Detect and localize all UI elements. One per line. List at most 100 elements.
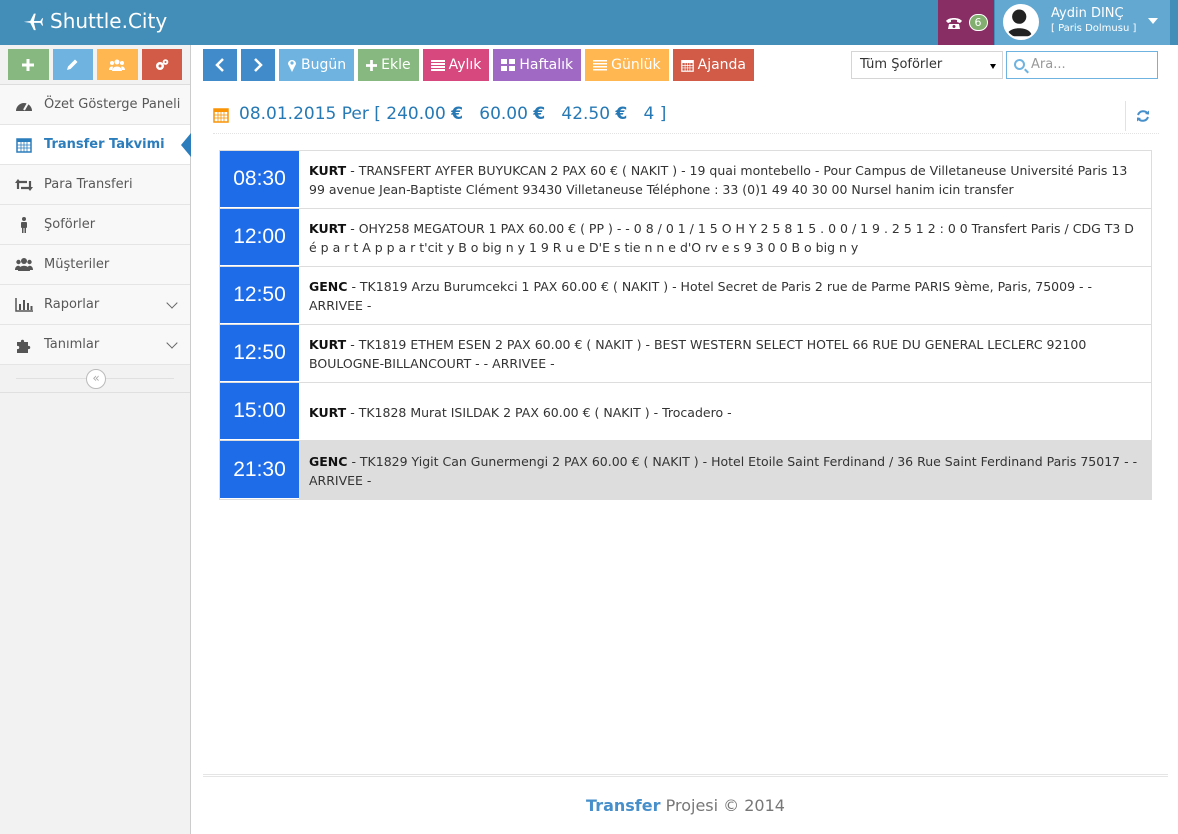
shortcut-group-button[interactable]: [97, 49, 138, 80]
agenda-row[interactable]: 08:30 KURT - TRANSFERT AYFER BUYUKCAN 2 P…: [220, 151, 1151, 209]
sidebar-nav: Özet Gösterge Paneli Transfer Takvimi Pa…: [0, 85, 191, 365]
weekly-button[interactable]: Haftalık: [493, 49, 582, 81]
top-navbar: Shuttle.City 6 Aydin DINÇ [ Paris Dolmus…: [0, 0, 1178, 45]
footer-text: Projesi © 2014: [665, 796, 785, 815]
puzzle-icon: [14, 335, 34, 355]
map-marker-icon: [288, 60, 296, 72]
sidebar-item-dashboard[interactable]: Özet Gösterge Paneli: [0, 85, 190, 125]
agenda-row[interactable]: 21:30 GENC - TK1829 Yigit Can Gunermengi …: [220, 441, 1151, 499]
add-button[interactable]: Ekle: [358, 49, 419, 81]
calendar-icon: [14, 135, 34, 155]
notif-badge: 6: [968, 14, 988, 31]
refresh-button[interactable]: [1125, 101, 1159, 131]
sidebar-item-customers[interactable]: Müşteriler: [0, 245, 190, 285]
shortcut-edit-button[interactable]: [52, 49, 93, 80]
sidebar: Özet Gösterge Paneli Transfer Takvimi Pa…: [0, 45, 191, 834]
bar-chart-icon: [14, 295, 34, 315]
brand-name: Shuttle.City: [50, 9, 168, 33]
header-count: 4: [643, 104, 655, 124]
footer: Transfer Projesi © 2014: [203, 774, 1168, 834]
sidebar-item-definitions[interactable]: Tanımlar: [0, 325, 190, 365]
event-driver: GENC: [309, 453, 348, 469]
daily-button[interactable]: Günlük: [585, 49, 669, 81]
next-button[interactable]: [241, 49, 275, 81]
event-description: KURT - TRANSFERT AYFER BUYUKCAN 2 PAX 60 …: [299, 151, 1151, 208]
sidebar-item-money-transfer[interactable]: Para Transferi: [0, 165, 190, 205]
brand[interactable]: Shuttle.City: [22, 9, 167, 33]
refresh-icon: [1136, 110, 1149, 122]
sidebar-collapse: «: [0, 365, 190, 393]
sidebar-item-reports[interactable]: Raporlar: [0, 285, 190, 325]
prev-button[interactable]: [203, 49, 237, 81]
users-icon: [14, 255, 34, 275]
phone-icon: [945, 17, 962, 29]
agenda-header: 08.01.2015 Per [ 240.00 € 60.00 € 42.50 …: [213, 101, 1159, 134]
align-justify-icon: [593, 59, 608, 70]
agenda-label: Ajanda: [697, 57, 747, 73]
sidebar-item-drivers[interactable]: Şoförler: [0, 205, 190, 245]
footer-brand: Transfer: [586, 796, 661, 815]
cogs-icon: [155, 58, 169, 70]
sidebar-shortcuts: [0, 45, 190, 85]
monthly-button[interactable]: Aylık: [422, 49, 490, 81]
agenda-row[interactable]: 12:00 KURT - OHY258 MEGATOUR 1 PAX 60.00 …: [220, 209, 1151, 267]
calendar-icon: [213, 107, 229, 127]
chevron-down-icon: [166, 337, 178, 349]
retweet-icon: [14, 175, 34, 195]
event-text: - TK1819 Arzu Burumcekci 1 PAX 60.00 € (…: [309, 279, 1093, 313]
header-total3: 42.50: [561, 104, 611, 124]
list-icon: [430, 59, 445, 71]
plus-icon: [22, 58, 35, 71]
event-description: GENC - TK1819 Arzu Burumcekci 1 PAX 60.00…: [299, 267, 1151, 324]
calendar-toolbar: Bugün Ekle Aylık Haftalık Günlük Ajanda: [203, 49, 755, 81]
add-label: Ekle: [381, 57, 411, 73]
shortcut-settings-button[interactable]: [141, 49, 182, 80]
search-input[interactable]: Ara...: [1006, 51, 1158, 79]
sidebar-item-label: Transfer Takvimi: [44, 137, 165, 152]
calendar-icon: [680, 59, 694, 72]
sidebar-item-transfer-calendar[interactable]: Transfer Takvimi: [0, 125, 191, 165]
sidebar-item-label: Para Transferi: [44, 177, 133, 192]
event-description: KURT - TK1828 Murat ISILDAK 2 PAX 60.00 €…: [299, 383, 1151, 440]
agenda-row[interactable]: 12:50 KURT - TK1819 ETHEM ESEN 2 PAX 60.0…: [220, 325, 1151, 383]
event-driver: KURT: [309, 163, 347, 178]
agenda-row[interactable]: 12:50 GENC - TK1819 Arzu Burumcekci 1 PAX…: [220, 267, 1151, 325]
today-button[interactable]: Bugün: [279, 49, 355, 81]
event-driver: GENC: [309, 279, 348, 294]
event-time: 15:00: [220, 383, 299, 440]
caret-down-icon: [1148, 18, 1158, 24]
th-large-icon: [501, 59, 516, 71]
event-driver: KURT: [309, 404, 347, 420]
shortcut-add-button[interactable]: [8, 49, 49, 80]
sidebar-item-label: Tanımlar: [44, 337, 100, 352]
user-role: [ Paris Dolmusu ]: [1051, 23, 1137, 34]
driver-select[interactable]: Tüm Şoförler: [851, 51, 1003, 79]
agenda-button[interactable]: Ajanda: [672, 49, 755, 81]
event-description: KURT - OHY258 MEGATOUR 1 PAX 60.00 € ( PP…: [299, 209, 1151, 266]
sidebar-item-label: Şoförler: [44, 217, 96, 232]
select-arrow-icon: [990, 64, 996, 69]
page-title: 08.01.2015 Per [ 240.00 € 60.00 € 42.50 …: [239, 104, 667, 124]
plus-icon: [366, 59, 378, 71]
active-indicator: [181, 133, 191, 157]
user-name: Aydin DINÇ: [1051, 6, 1124, 21]
sidebar-item-label: Raporlar: [44, 297, 100, 312]
currency-symbol: €: [533, 104, 546, 124]
event-time: 12:00: [220, 209, 299, 266]
event-time: 12:50: [220, 267, 299, 324]
phone-notification[interactable]: 6: [938, 0, 994, 45]
plane-icon: [23, 13, 44, 31]
sidebar-item-label: Özet Gösterge Paneli: [44, 97, 181, 112]
user-menu[interactable]: Aydin DINÇ [ Paris Dolmusu ]: [995, 0, 1170, 45]
search-placeholder: Ara...: [1031, 57, 1066, 72]
header-total2: 60.00: [479, 104, 528, 124]
agenda-row[interactable]: 15:00 KURT - TK1828 Murat ISILDAK 2 PAX 6…: [220, 383, 1151, 441]
event-driver: KURT: [309, 337, 347, 352]
daily-label: Günlük: [611, 57, 661, 73]
event-text: - TK1829 Yigit Can Gunermengi 2 PAX 60.0…: [309, 453, 1138, 488]
search-icon: [1014, 59, 1025, 70]
currency-symbol: €: [615, 104, 628, 124]
pencil-icon: [67, 59, 78, 70]
collapse-sidebar-button[interactable]: «: [86, 369, 106, 389]
event-description: KURT - TK1819 ETHEM ESEN 2 PAX 60.00 € ( …: [299, 325, 1151, 382]
